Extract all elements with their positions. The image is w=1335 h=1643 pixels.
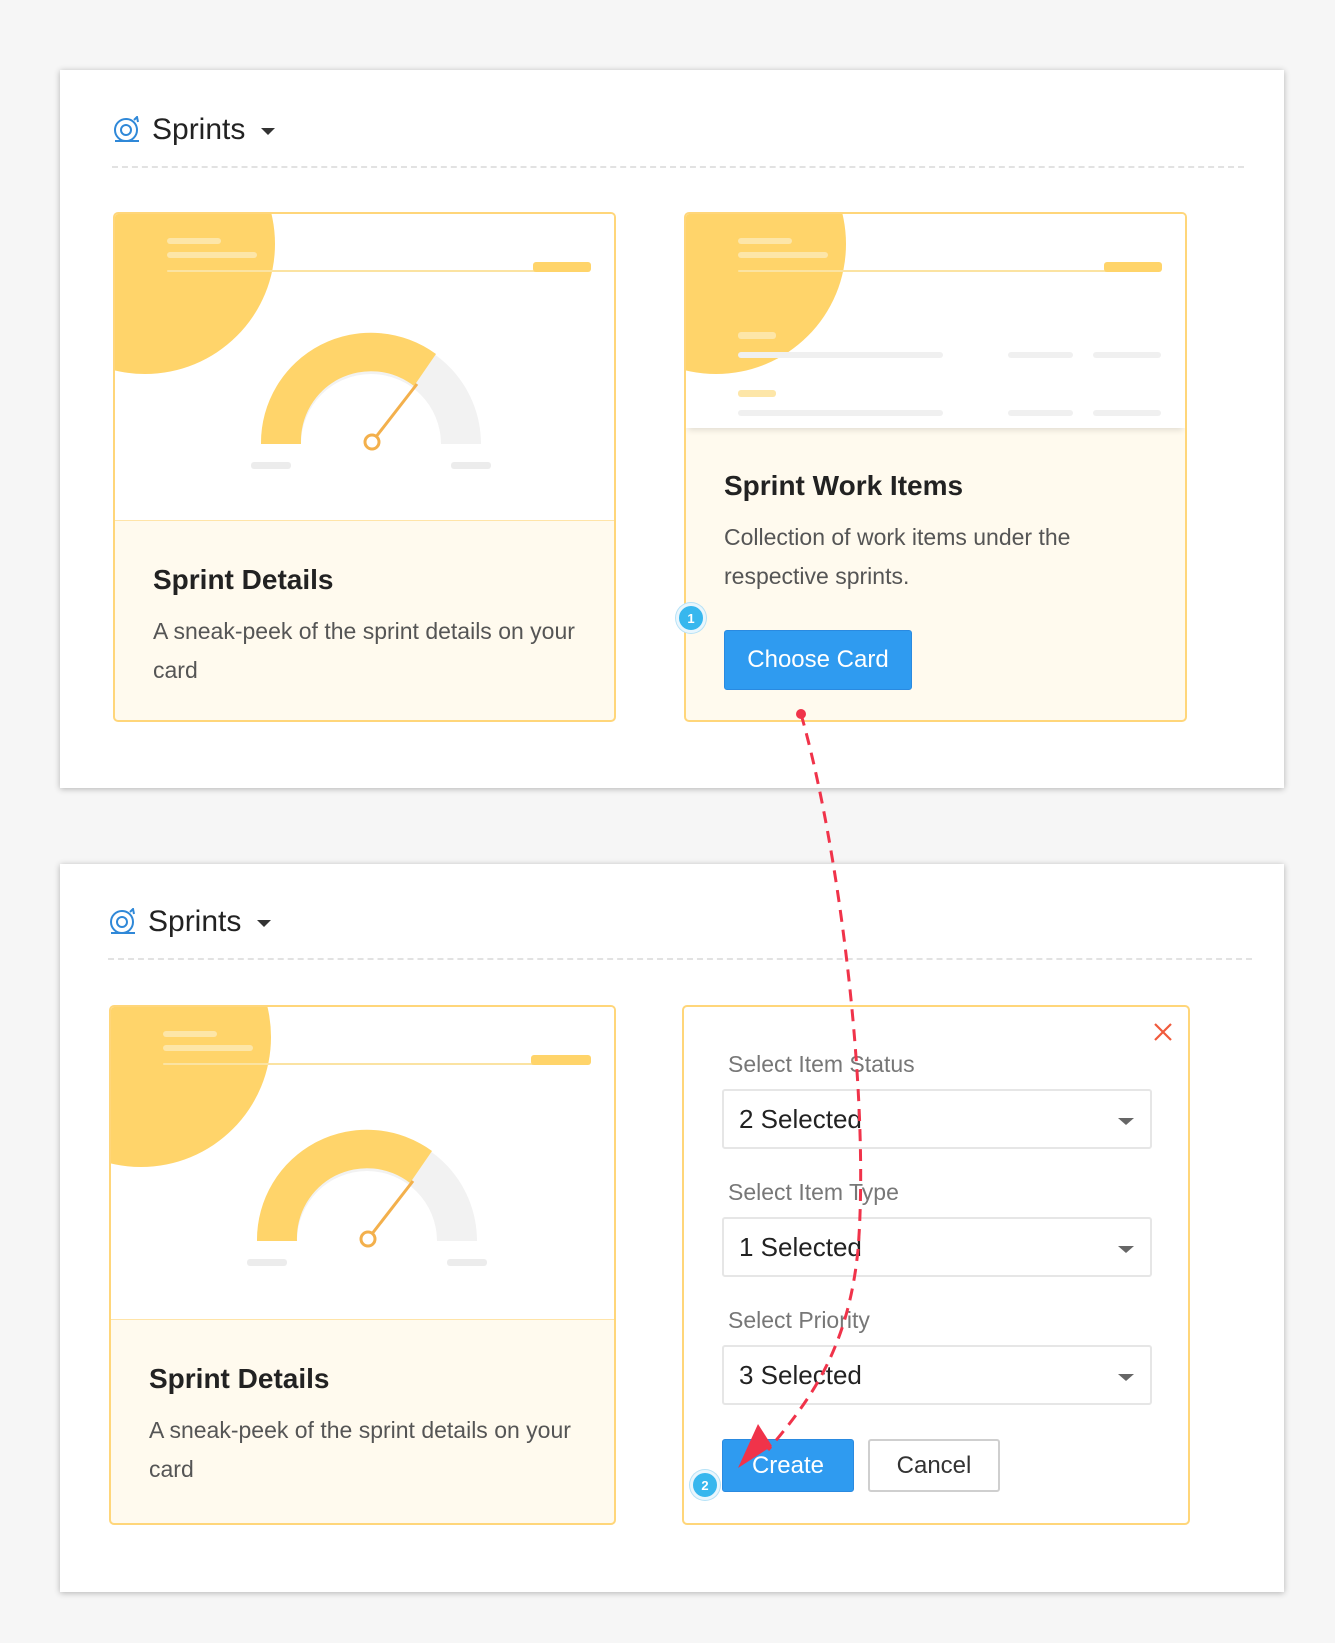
field-label-priority: Select Priority <box>728 1307 870 1333</box>
card-description: A sneak-peek of the sprint details on yo… <box>153 618 575 683</box>
sprints-panel-step-1: Sprints Sprint Details A sneak-peek of t… <box>60 70 1284 788</box>
card-sprint-details[interactable]: Sprint Details A sneak-peek of the sprin… <box>113 212 616 722</box>
skeleton-line <box>1008 410 1073 416</box>
skeleton-line <box>167 252 257 258</box>
chevron-down-icon <box>1118 1118 1134 1125</box>
card-sprint-details[interactable]: Sprint Details A sneak-peek of the sprin… <box>109 1005 616 1525</box>
card-description: Collection of work items under the respe… <box>724 524 1071 589</box>
skeleton-divider <box>163 1063 587 1065</box>
item-status-select[interactable]: 2 Selected <box>722 1089 1152 1149</box>
card-title: Sprint Details <box>149 1363 330 1394</box>
chevron-down-icon[interactable] <box>261 128 276 135</box>
sprints-panel-step-2: Sprints Sprint Details A sneak-peek of t… <box>60 864 1284 1592</box>
choose-card-button[interactable]: Choose Card <box>724 630 912 690</box>
skeleton-line <box>738 410 943 416</box>
skeleton-badge <box>531 1055 591 1065</box>
skeleton-line <box>163 1031 217 1037</box>
card-title: Sprint Work Items <box>724 470 964 501</box>
skeleton-badge <box>1104 262 1162 272</box>
skeleton-line <box>163 1045 253 1051</box>
card-title: Sprint Details <box>153 564 334 595</box>
skeleton-line <box>738 332 776 339</box>
skeleton-line <box>167 238 221 244</box>
card-sprint-work-items[interactable]: Sprint Work Items Collection of work ite… <box>684 212 1187 722</box>
cancel-button[interactable]: Cancel <box>868 1439 1000 1492</box>
step-badge-1: 1 <box>676 603 706 633</box>
card-corner-decoration <box>686 214 846 374</box>
skeleton-line <box>738 252 828 258</box>
skeleton-line <box>738 238 792 244</box>
skeleton-divider <box>167 270 587 272</box>
skeleton-divider <box>738 270 1158 272</box>
select-value: 2 Selected <box>739 1104 862 1134</box>
field-label-item-status: Select Item Status <box>728 1051 915 1077</box>
select-value: 1 Selected <box>739 1232 862 1262</box>
skeleton-line <box>738 390 776 397</box>
panel-header: Sprints <box>112 108 1244 168</box>
priority-select[interactable]: 3 Selected <box>722 1345 1152 1405</box>
step-badge-2: 2 <box>690 1470 720 1500</box>
skeleton-line <box>1093 410 1161 416</box>
card-description: A sneak-peek of the sprint details on yo… <box>149 1417 571 1482</box>
gauge-icon <box>247 1129 487 1266</box>
card-preview <box>115 214 614 521</box>
sprints-icon <box>110 908 135 934</box>
field-label-item-type: Select Item Type <box>728 1179 899 1205</box>
skeleton-badge <box>533 262 591 272</box>
card-configure-form: Select Item Status 2 Selected Select Ite… <box>682 1005 1190 1525</box>
card-preview <box>111 1007 614 1320</box>
item-type-select[interactable]: 1 Selected <box>722 1217 1152 1277</box>
sprints-icon <box>114 116 139 142</box>
panel-header: Sprints <box>108 900 1252 960</box>
skeleton-line <box>1093 352 1161 358</box>
chevron-down-icon[interactable] <box>257 920 272 927</box>
select-value: 3 Selected <box>739 1360 862 1390</box>
skeleton-line <box>738 352 943 358</box>
chevron-down-icon <box>1118 1246 1134 1253</box>
chevron-down-icon <box>1118 1374 1134 1381</box>
skeleton-line <box>1008 352 1073 358</box>
close-icon[interactable] <box>1152 1021 1174 1043</box>
create-button[interactable]: Create <box>722 1439 854 1492</box>
card-preview <box>686 214 1185 428</box>
gauge-icon <box>251 332 491 469</box>
page-title[interactable]: Sprints <box>152 108 245 152</box>
page-title[interactable]: Sprints <box>148 900 241 944</box>
